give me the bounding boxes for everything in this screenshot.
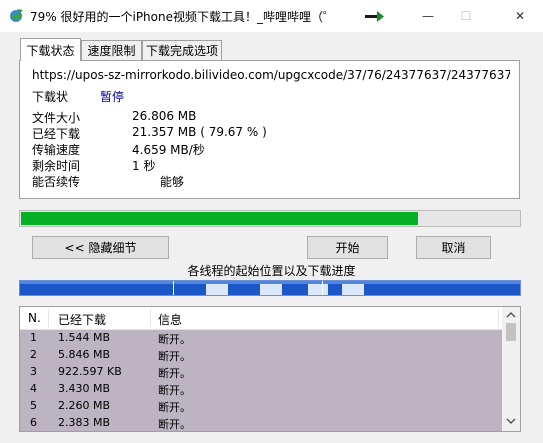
header-divider (48, 309, 49, 327)
row-info: 断开。 (158, 418, 191, 431)
speed-label: 传输速度 (32, 143, 81, 157)
download-progress-fill (21, 212, 418, 225)
cancel-button[interactable]: 取消 (416, 236, 491, 259)
thread-gap (308, 284, 328, 295)
tab-speed-limit[interactable]: 速度限制 (81, 40, 142, 60)
remaining-label: 剩余时间 (32, 159, 81, 173)
row-n: 5 (30, 399, 37, 412)
tab-completion-options[interactable]: 下载完成选项 (142, 40, 222, 60)
row-n: 4 (30, 382, 37, 395)
start-button[interactable]: 开始 (307, 236, 388, 259)
download-url: https://upos-sz-mirrorkodo.bilivideo.com… (32, 68, 510, 82)
thread-gap (206, 284, 228, 295)
header-divider (150, 309, 151, 327)
row-info: 断开。 (158, 367, 191, 380)
row-info: 断开。 (158, 333, 191, 346)
threads-progress-bar (19, 280, 521, 296)
row-n: 2 (30, 348, 37, 361)
table-row[interactable]: 1 1.544 MB 断开。 (20, 330, 502, 347)
hide-details-button[interactable]: << 隐藏细节 (32, 236, 169, 259)
table-row[interactable]: 5 2.260 MB 断开。 (20, 398, 502, 415)
file-size-value: 26.806 MB (132, 109, 197, 123)
row-info: 断开。 (158, 384, 191, 397)
row-downloaded: 1.544 MB (58, 331, 111, 344)
row-n: 3 (30, 365, 37, 378)
resume-value: 能够 (160, 175, 185, 189)
row-downloaded: 2.260 MB (58, 399, 111, 412)
maximize-icon: ☐ (460, 9, 472, 23)
window-title: 79% 很好用的一个iPhone视频下载工具！_哔哩哔哩（゜ (30, 10, 335, 24)
thread-list[interactable]: N. 已经下载 信息 1 1.544 MB 断开。 2 5.846 MB 断开。 3 92… (19, 306, 521, 432)
file-size-label: 文件大小 (32, 111, 81, 125)
remaining-value: 1 秒 (132, 159, 156, 173)
maximize-button[interactable]: ☐ (443, 0, 489, 32)
row-info: 断开。 (158, 401, 191, 414)
thread-rows: 1 1.544 MB 断开。 2 5.846 MB 断开。 3 922.597 KB 断开。… (20, 330, 502, 431)
row-downloaded: 2.383 MB (58, 416, 111, 429)
table-row[interactable]: 4 3.430 MB 断开。 (20, 381, 502, 398)
row-n: 6 (30, 416, 37, 429)
close-icon: ✕ (514, 9, 526, 23)
table-row[interactable]: 3 922.597 KB 断开。 (20, 364, 502, 381)
row-downloaded: 922.597 KB (58, 365, 122, 378)
scrollbar-thumb[interactable] (506, 323, 516, 341)
row-info: 断开。 (158, 350, 191, 363)
header-info[interactable]: 信息 (158, 311, 182, 328)
table-row[interactable]: 2 5.846 MB 断开。 (20, 347, 502, 364)
row-n: 1 (30, 331, 37, 344)
row-downloaded: 5.846 MB (58, 348, 111, 361)
scroll-up-icon[interactable] (506, 311, 516, 319)
threads-caption: 各线程的起始位置以及下载进度 (187, 264, 356, 278)
state-value: 暂停 (100, 90, 125, 104)
state-label: 下载状 (32, 90, 69, 104)
download-progress-bar (19, 210, 521, 227)
thread-gap (260, 284, 282, 295)
thread-marker (173, 281, 174, 295)
scroll-down-icon[interactable] (506, 417, 516, 425)
thread-list-scrollbar[interactable] (502, 307, 520, 431)
arrow-right-icon (365, 11, 384, 22)
tab-download-status[interactable]: 下载状态 (20, 38, 81, 61)
resume-label: 能否续传 (32, 175, 81, 189)
thread-list-header: N. 已经下载 信息 (20, 307, 502, 330)
thread-gap (342, 284, 364, 295)
table-row[interactable]: 6 2.383 MB 断开。 (20, 415, 502, 431)
downloaded-value: 21.357 MB ( 79.67 % ) (132, 125, 267, 139)
close-button[interactable]: ✕ (497, 0, 543, 32)
speed-value: 4.659 MB/秒 (132, 143, 205, 157)
minimize-icon: — (422, 9, 434, 23)
header-downloaded[interactable]: 已经下载 (58, 311, 106, 328)
header-n[interactable]: N. (28, 311, 41, 325)
header-divider (498, 309, 499, 327)
thread-marker (322, 281, 323, 295)
downloaded-label: 已经下载 (32, 127, 81, 141)
app-globe-icon (10, 9, 23, 22)
row-downloaded: 3.430 MB (58, 382, 111, 395)
